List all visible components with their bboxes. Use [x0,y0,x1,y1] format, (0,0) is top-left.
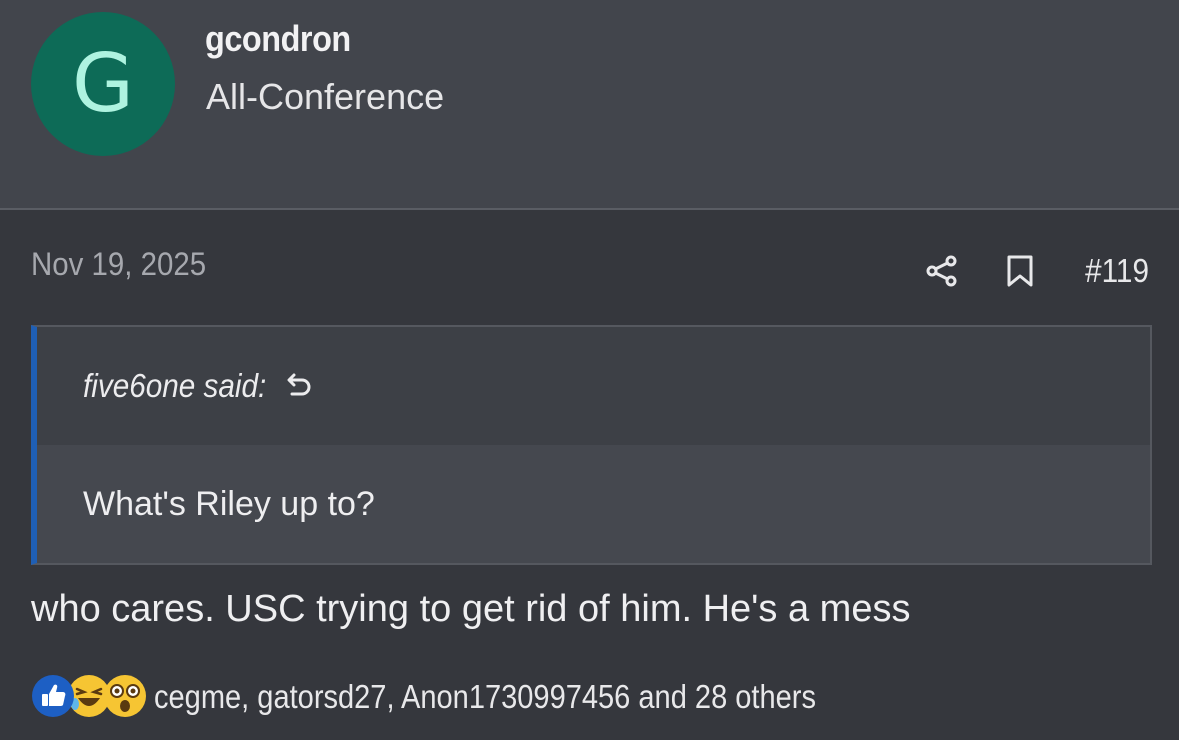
reaction-users-link[interactable]: cegme, gatorsd27, Anon1730997456 and 28 … [154,678,816,716]
post-author-header: G gcondron All-Conference [0,0,1179,210]
bookmark-icon [1007,255,1033,287]
jump-to-quote-icon [287,373,311,396]
user-title: All-Conference [206,76,445,117]
like-icon [32,675,74,717]
avatar[interactable]: G [31,12,175,156]
quote-author[interactable]: five6one said: [83,367,266,405]
quote-jump-button[interactable] [283,370,315,402]
bookmark-button[interactable] [1000,248,1040,294]
quote-text: What's Riley up to? [37,445,1150,563]
reaction-icons[interactable] [31,672,146,722]
share-icon [926,255,957,287]
post-date[interactable]: Nov 19, 2025 [31,246,206,283]
quote-header: five6one said: [37,327,1150,445]
post-message: who cares. USC trying to get rid of him.… [31,588,911,630]
reactions-bar[interactable]: cegme, gatorsd27, Anon1730997456 and 28 … [31,672,906,722]
post-actions: #119 [922,248,1149,294]
share-button[interactable] [922,248,962,294]
post-number-link[interactable]: #119 [1085,252,1149,290]
quote-block: five6one said: What's Riley up to? [31,325,1152,565]
username-link[interactable]: gcondron [205,18,351,60]
